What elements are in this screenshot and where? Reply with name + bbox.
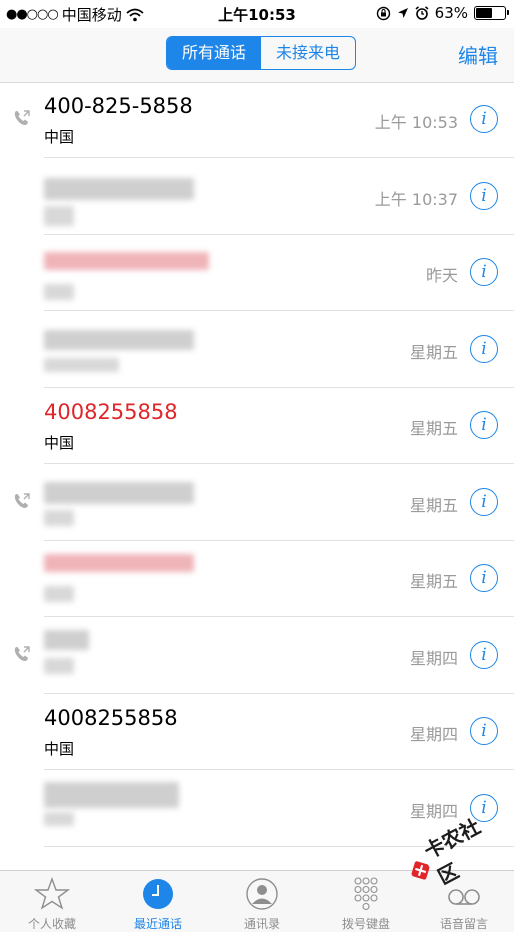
redacted-text: [44, 284, 74, 300]
info-icon[interactable]: i: [470, 411, 498, 439]
tab-keypad-label: 拨号键盘: [341, 917, 390, 931]
battery-level: [476, 8, 493, 18]
call-list: 400-825-5858 中国 上午 10:53 i 上午 10:37 i 昨天 i 星期五 i 4…: [0, 82, 514, 870]
call-name: 400-825-5858: [44, 94, 193, 118]
call-time: 昨天: [425, 266, 458, 285]
call-time: 星期五: [409, 419, 458, 438]
tab-voicemail-label: 语音留言: [439, 917, 488, 931]
redacted-text: [44, 358, 119, 372]
redacted-text: [44, 178, 194, 200]
info-icon[interactable]: i: [470, 640, 498, 669]
call-label: 中国: [44, 740, 75, 758]
info-icon[interactable]: i: [470, 181, 498, 210]
info-icon[interactable]: i: [470, 334, 498, 363]
call-name: 4008255858: [44, 706, 178, 730]
info-icon[interactable]: i: [470, 564, 498, 592]
redacted-text: [44, 554, 194, 572]
call-time: 上午 10:53: [374, 113, 458, 132]
battery-icon: [474, 6, 509, 20]
call-time: 星期五: [409, 342, 458, 362]
call-label: 中国: [44, 128, 75, 146]
call-time: 星期四: [409, 648, 458, 668]
tab-favorites-label: 个人收藏: [27, 917, 76, 931]
call-time: 星期五: [409, 572, 458, 591]
call-time: 上午 10:37: [374, 189, 458, 209]
call-row[interactable]: 400-825-5858 中国 上午 10:53 i: [0, 82, 514, 158]
call-time: 星期五: [409, 495, 458, 515]
info-icon[interactable]: i: [470, 717, 498, 745]
redacted-text: [44, 812, 74, 826]
location-icon: [397, 8, 408, 18]
call-row[interactable]: 星期四 i: [0, 618, 514, 694]
keypad-icon: [354, 877, 378, 911]
tab-recents-label: 最近通话: [133, 917, 182, 931]
star-icon: [33, 877, 71, 910]
tab-favorites[interactable]: 个人收藏: [2, 871, 102, 932]
call-time: 星期四: [409, 801, 458, 821]
call-label: 中国: [44, 434, 75, 452]
tab-contacts-label: 通讯录: [243, 917, 280, 931]
redacted-text: [44, 630, 89, 650]
redacted-text: [44, 330, 194, 350]
redacted-text: [44, 586, 74, 602]
info-icon[interactable]: i: [470, 487, 498, 516]
call-row[interactable]: 4008255858 中国 星期四 i: [0, 694, 514, 770]
call-filter-segment: 所有通话 未接来电: [166, 36, 356, 70]
info-icon[interactable]: i: [470, 258, 498, 286]
tab-missed-calls[interactable]: 未接来电: [261, 37, 355, 69]
alarm-icon: [415, 6, 429, 20]
tab-contacts[interactable]: 通讯录: [212, 871, 312, 932]
redacted-text: [44, 782, 179, 808]
outgoing-call-icon: [14, 492, 30, 508]
redacted-text: [44, 658, 74, 674]
outgoing-call-icon: [14, 110, 30, 125]
status-bar: ●●○○○ 中国移动 上午10:53 63%: [0, 0, 514, 28]
redacted-text: [44, 206, 74, 226]
redacted-text: [44, 482, 194, 504]
info-icon[interactable]: i: [470, 105, 498, 133]
person-icon: [246, 878, 278, 910]
call-row[interactable]: 昨天 i: [0, 235, 514, 311]
tab-keypad[interactable]: 拨号键盘: [316, 871, 416, 932]
clock-icon: [143, 879, 173, 909]
call-row[interactable]: 4008255858 中国 星期五 i: [0, 388, 514, 464]
redacted-text: [44, 510, 74, 526]
rotation-lock-icon: [376, 6, 390, 20]
outgoing-call-icon: [14, 645, 30, 661]
tab-all-calls[interactable]: 所有通话: [167, 37, 261, 69]
call-row[interactable]: 星期五 i: [0, 541, 514, 617]
tab-recents[interactable]: 最近通话: [108, 871, 208, 932]
edit-button[interactable]: 编辑: [458, 40, 498, 69]
battery-percent: 63%: [434, 4, 468, 22]
redacted-text: [44, 252, 209, 270]
nav-bar: 所有通话 未接来电 编辑: [0, 28, 514, 83]
call-name: 4008255858: [44, 400, 178, 424]
call-time: 星期四: [409, 725, 458, 744]
status-right: 63%: [376, 4, 509, 22]
